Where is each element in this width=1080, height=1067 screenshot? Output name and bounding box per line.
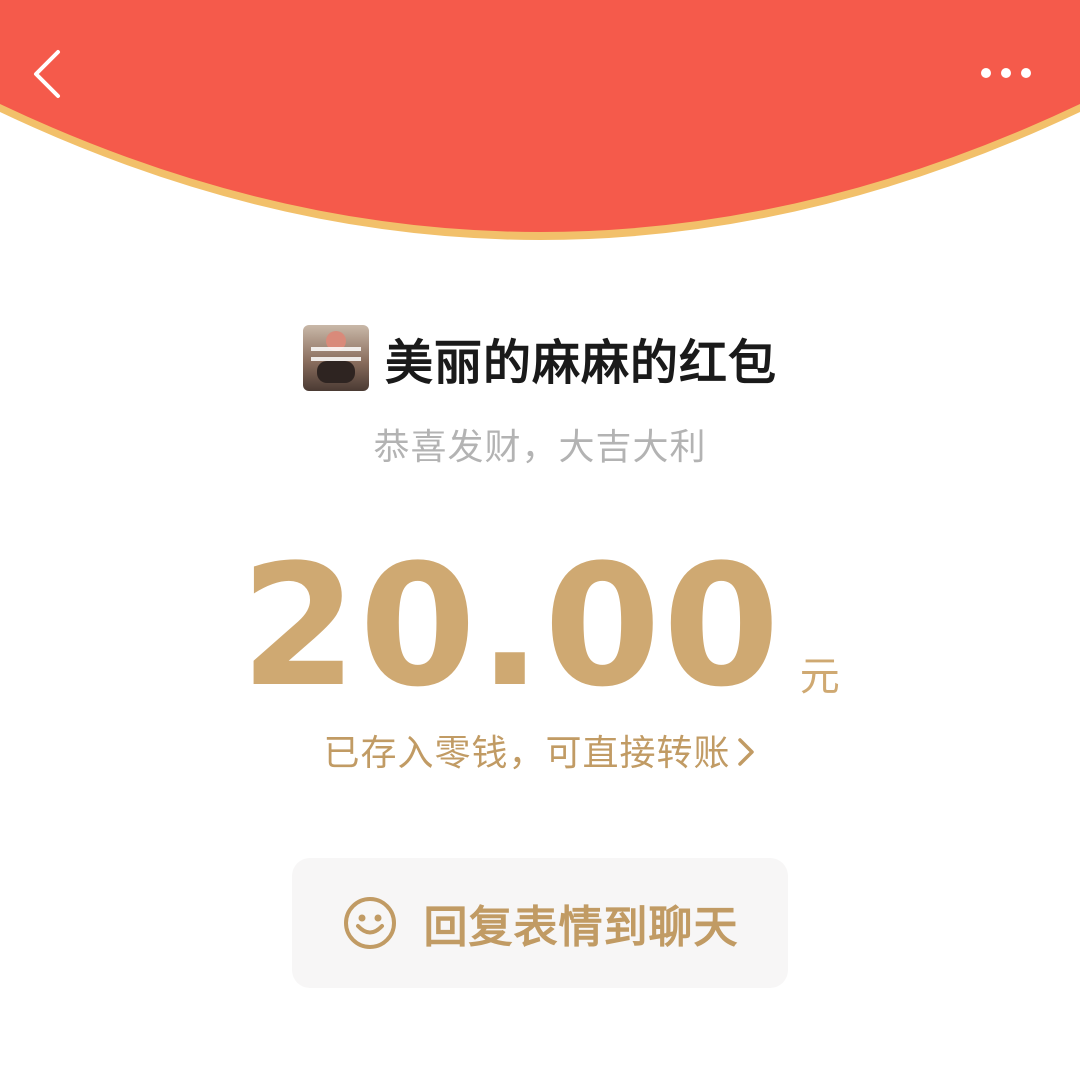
back-button[interactable] — [20, 38, 80, 108]
reply-sticker-button[interactable]: 回复表情到聊天 — [292, 858, 788, 988]
smile-icon — [343, 897, 396, 949]
chevron-right-icon — [737, 738, 754, 766]
ellipsis-icon — [981, 68, 1031, 78]
sender-row: 美丽的麻麻的红包 — [0, 318, 1080, 398]
amount-unit: 元 — [799, 654, 840, 700]
chevron-left-icon — [34, 50, 60, 98]
reply-sticker-label: 回复表情到聊天 — [423, 902, 739, 953]
header-arc-background — [0, 0, 1080, 240]
amount-value: 20.00 — [240, 528, 782, 724]
amount-row: 20.00 元 — [0, 530, 1080, 710]
sender-avatar — [302, 325, 369, 391]
avatar-photo — [302, 325, 369, 391]
saved-to-change-link[interactable]: 已存入零钱，可直接转账 — [0, 724, 1080, 776]
more-options-button[interactable] — [968, 52, 1044, 96]
red-packet-detail-page: 美丽的麻麻的红包 恭喜发财，大吉大利 20.00 元 已存入零钱，可直接转账 回… — [0, 0, 1080, 1067]
greeting-message: 恭喜发财，大吉大利 — [373, 427, 707, 468]
red-packet-header — [0, 0, 1080, 240]
sender-name: 美丽的麻麻的红包 — [384, 335, 777, 391]
saved-to-change-text: 已存入零钱，可直接转账 — [323, 733, 731, 774]
